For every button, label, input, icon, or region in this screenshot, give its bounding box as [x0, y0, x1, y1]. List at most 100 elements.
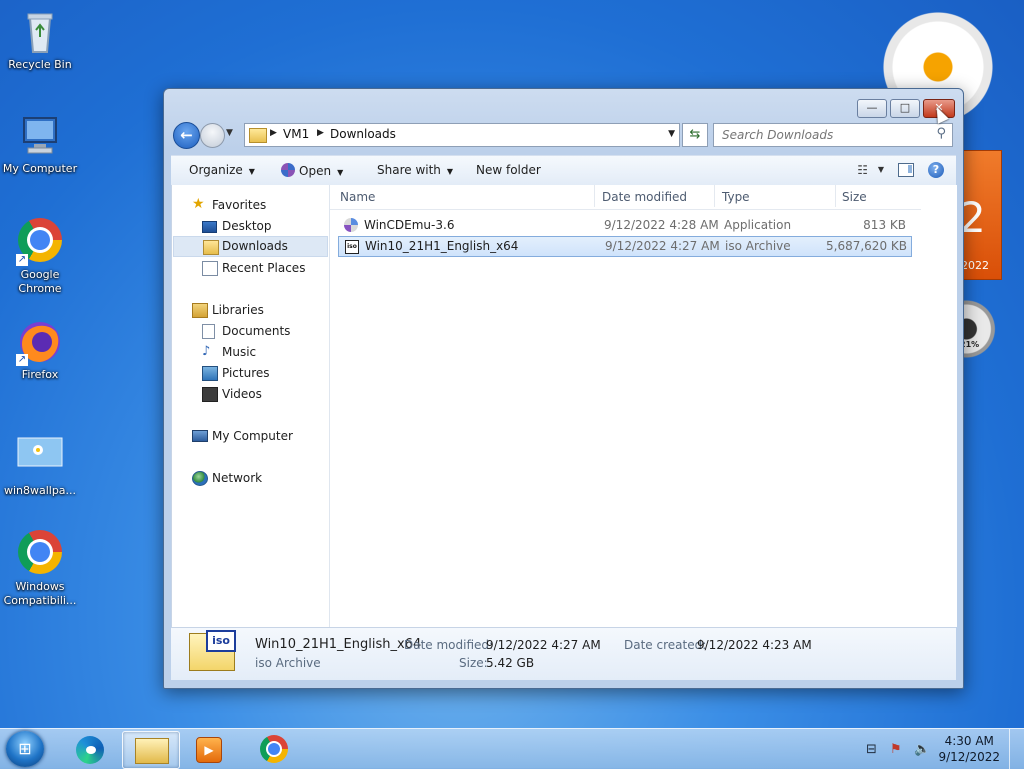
column-size[interactable]: Size — [842, 190, 867, 204]
search-box[interactable]: ⚲ — [713, 123, 953, 147]
nav-videos[interactable]: Videos — [202, 384, 326, 404]
nav-label: Documents — [222, 324, 291, 338]
taskbar-media-player[interactable]: ▶ — [182, 731, 238, 767]
chevron-down-icon: ▼ — [337, 168, 344, 177]
new-folder-label: New folder — [476, 163, 541, 177]
breadcrumb-downloads[interactable]: Downloads — [330, 127, 396, 141]
calendar-gadget[interactable]: 2 2022 — [958, 150, 1002, 280]
iso-file-icon: iso — [189, 630, 236, 671]
taskbar-explorer[interactable] — [122, 731, 180, 769]
nav-downloads[interactable]: Downloads — [173, 236, 328, 257]
explorer-window: — □ ✕ ← ▼ ▶ VM1 ▶ Downloads ▼ ⇆ ⚲ Organi… — [163, 88, 964, 689]
nav-libraries[interactable]: Libraries — [192, 300, 326, 320]
nav-desktop[interactable]: Desktop — [202, 216, 326, 236]
my-computer-icon — [16, 112, 64, 160]
breadcrumb-arrow-icon[interactable]: ▶ — [317, 128, 324, 138]
column-divider[interactable] — [714, 185, 715, 207]
open-button[interactable]: Open ▼ — [281, 163, 343, 178]
desktop-icon-label: win8wallpa... — [3, 484, 77, 497]
nav-network[interactable]: Network — [192, 468, 326, 488]
desktop-icon-recycle-bin[interactable]: Recycle Bin — [0, 8, 80, 72]
image-file-icon — [16, 434, 64, 482]
desktop-icon — [202, 221, 217, 233]
iso-tag: iso — [206, 630, 236, 652]
action-center-icon[interactable]: ⚑ — [890, 742, 902, 757]
chrome-icon — [18, 530, 62, 574]
maximize-button[interactable]: □ — [890, 99, 920, 118]
recent-pages-dropdown[interactable]: ▼ — [226, 128, 233, 138]
shortcut-arrow-icon: ↗ — [16, 254, 28, 266]
open-label: Open — [299, 164, 332, 178]
refresh-icon: ⇆ — [689, 127, 701, 142]
command-bar: Organize ▼ Open ▼ Share with ▼ New folder ☷… — [171, 155, 956, 186]
start-button[interactable]: ⊞ — [6, 731, 44, 767]
back-button[interactable]: ← — [173, 122, 200, 149]
views-dropdown-icon[interactable]: ▼ — [878, 165, 884, 174]
change-view-icon[interactable]: ☷ — [857, 163, 868, 177]
breadcrumb-arrow-icon[interactable]: ▶ — [270, 128, 277, 138]
desktop-icon-wallpaper-file[interactable]: win8wallpa... — [0, 434, 80, 498]
show-desktop-button[interactable] — [1009, 729, 1024, 769]
column-divider[interactable] — [835, 185, 836, 207]
desktop-icon-label: Recycle Bin — [8, 58, 72, 71]
file-list[interactable]: Name Date modified Type Size WinCDEmu-3.… — [330, 185, 957, 627]
nav-my-computer[interactable]: My Computer — [192, 426, 326, 446]
column-date-modified[interactable]: Date modified — [602, 190, 687, 204]
open-with-icon — [281, 163, 295, 177]
file-name: WinCDEmu-3.6 — [364, 218, 455, 232]
recycle-bin-icon — [16, 8, 64, 56]
address-dropdown-icon[interactable]: ▼ — [668, 129, 675, 139]
desktop-icon-firefox[interactable]: ↗ Firefox — [0, 318, 80, 382]
volume-icon[interactable]: 🔈 — [914, 742, 930, 757]
chrome-icon — [260, 735, 288, 763]
nav-label: Pictures — [222, 366, 270, 380]
file-row[interactable]: iso Win10_21H1_English_x64 9/12/2022 4:2… — [338, 236, 912, 257]
desktop-icon-label: Windows Compatibili... — [3, 580, 77, 607]
minimize-button[interactable]: — — [857, 99, 887, 118]
details-date-created: 9/12/2022 4:23 AM — [697, 638, 812, 652]
column-type[interactable]: Type — [722, 190, 750, 204]
edge-icon — [76, 736, 104, 764]
videos-icon — [202, 387, 218, 402]
new-folder-button[interactable]: New folder — [476, 163, 541, 177]
share-with-label: Share with — [377, 163, 441, 177]
taskbar: ⊞ ▶ ⊟ ⚑ 🔈 4:30 AM 9/12/2022 — [0, 728, 1024, 769]
taskbar-chrome[interactable] — [246, 731, 302, 767]
desktop-icon-google-chrome[interactable]: ↗ Google Chrome — [0, 216, 80, 296]
nav-recent-places[interactable]: Recent Places — [202, 258, 326, 278]
column-divider[interactable] — [594, 185, 595, 207]
tray-clock[interactable]: 4:30 AM 9/12/2022 — [938, 733, 1000, 765]
file-name: Win10_21H1_English_x64 — [365, 239, 519, 253]
desktop-icon-my-computer[interactable]: My Computer — [0, 112, 80, 176]
organize-button[interactable]: Organize ▼ — [189, 163, 255, 177]
navigation-bar: ← ▼ ▶ VM1 ▶ Downloads ▼ ⇆ ⚲ — [172, 121, 955, 149]
file-date: 9/12/2022 4:27 AM — [605, 239, 720, 253]
nav-favorites[interactable]: ★ Favorites — [192, 195, 326, 215]
app-icon — [344, 218, 358, 232]
nav-documents[interactable]: Documents — [202, 321, 326, 341]
network-tray-icon[interactable]: ⊟ — [866, 742, 877, 757]
scroll-gutter — [921, 185, 957, 627]
preview-pane-icon[interactable] — [898, 163, 914, 177]
details-date-modified: 9/12/2022 4:27 AM — [486, 638, 601, 652]
search-icon[interactable]: ⚲ — [936, 126, 946, 141]
desktop-icon-windows-compatibility[interactable]: Windows Compatibili... — [0, 528, 80, 608]
navigation-pane[interactable]: ★ Favorites Desktop Downloads Recent Pla… — [172, 185, 330, 627]
address-bar[interactable]: ▶ VM1 ▶ Downloads ▼ — [244, 123, 680, 147]
nav-pictures[interactable]: Pictures — [202, 363, 326, 383]
nav-label: Recent Places — [222, 261, 306, 275]
desktop-icon-label: Firefox — [21, 368, 59, 381]
file-row[interactable]: WinCDEmu-3.6 9/12/2022 4:28 AM Applicati… — [338, 215, 910, 235]
share-with-button[interactable]: Share with ▼ — [377, 163, 453, 177]
computer-icon — [192, 430, 208, 442]
search-input[interactable] — [720, 125, 924, 145]
cpu-meter-gadget[interactable]: 21% — [958, 300, 1000, 358]
refresh-button[interactable]: ⇆ — [682, 123, 708, 147]
breadcrumb-vm1[interactable]: VM1 — [283, 127, 309, 141]
nav-music[interactable]: ♪ Music — [202, 342, 326, 362]
help-icon[interactable]: ? — [928, 162, 944, 178]
file-type: iso Archive — [725, 239, 791, 253]
column-name[interactable]: Name — [340, 190, 375, 204]
taskbar-edge[interactable] — [62, 731, 118, 767]
forward-button[interactable] — [200, 123, 225, 148]
